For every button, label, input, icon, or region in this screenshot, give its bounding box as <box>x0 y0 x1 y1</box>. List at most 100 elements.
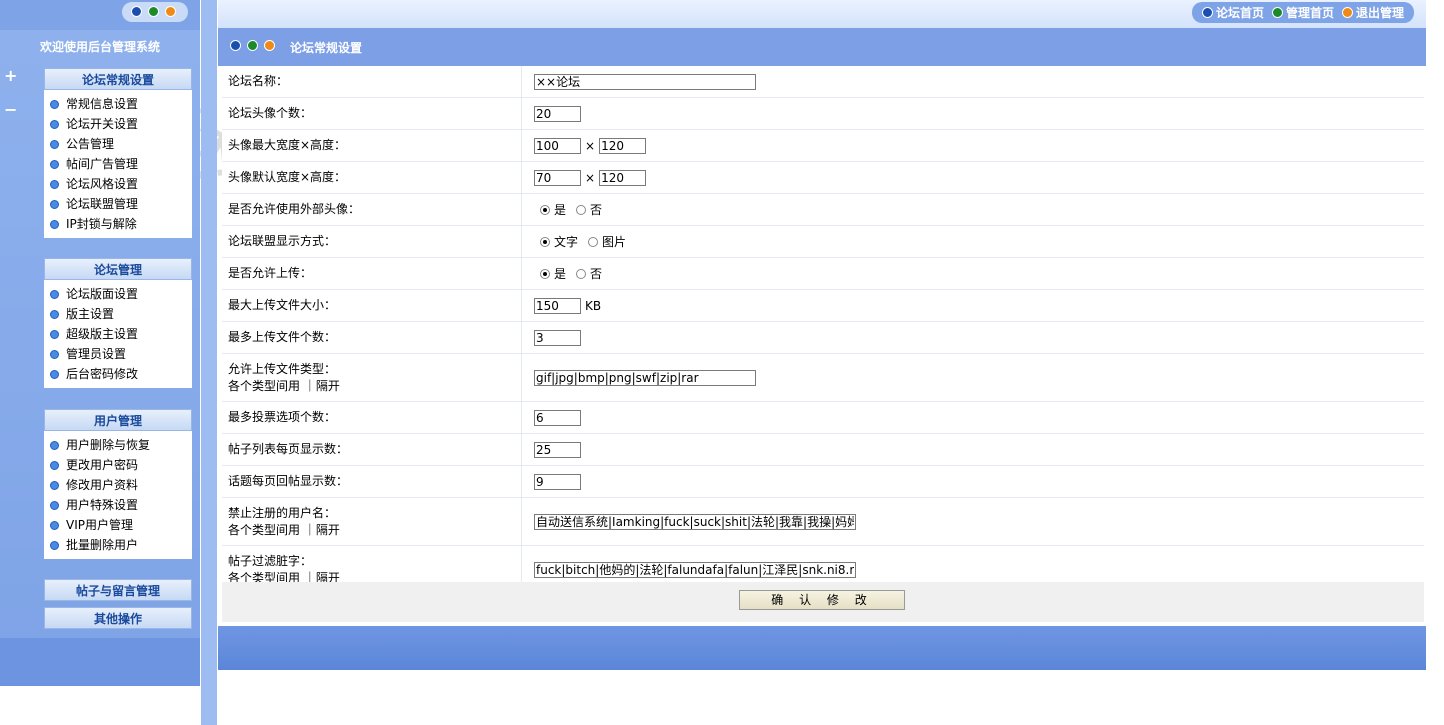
menu-title-forum-settings[interactable]: 论坛常规设置 <box>44 68 192 90</box>
max-vote-input[interactable] <box>534 409 581 426</box>
bullet-icon <box>50 369 59 379</box>
form-row: 帖子列表每页显示数： <box>222 434 1424 466</box>
menu-item[interactable]: 帖间广告管理 <box>44 154 192 174</box>
form-row: 是否允许上传： 是 否 <box>222 258 1424 290</box>
alliance-text-radio[interactable]: 文字 <box>540 233 578 250</box>
bullet-icon <box>50 119 59 129</box>
section-header: 论坛常规设置 <box>218 28 1426 66</box>
separator-hint: 各个类型间用 ｜隔开 <box>228 523 340 537</box>
radio-label: 图片 <box>602 235 627 249</box>
forum-home-label: 论坛首页 <box>1215 6 1264 20</box>
menu-item[interactable]: 用户删除与恢复 <box>44 435 192 455</box>
menu-item-label: 后台密码修改 <box>66 367 139 381</box>
menu-item[interactable]: 论坛版面设置 <box>44 284 192 304</box>
filter-words-label: 帖子过滤脏字： <box>228 554 313 568</box>
external-avatar-yes-radio[interactable]: 是 <box>540 201 566 218</box>
menu-item[interactable]: 论坛联盟管理 <box>44 194 192 214</box>
menu-group-other: 其他操作 <box>44 607 192 629</box>
menu-item[interactable]: 后台密码修改 <box>44 364 192 384</box>
main-footer <box>218 626 1426 670</box>
welcome-text: 欢迎使用后台管理系统 <box>39 40 160 54</box>
avatar-default-height-input[interactable] <box>599 169 647 186</box>
times-sign: × <box>585 138 596 153</box>
menu-title-forum-management[interactable]: 论坛管理 <box>44 258 192 280</box>
green-dot-icon[interactable] <box>148 6 159 17</box>
menu-item[interactable]: 管理员设置 <box>44 344 192 364</box>
menu-item[interactable]: 论坛开关设置 <box>44 114 192 134</box>
menu-item[interactable]: 论坛风格设置 <box>44 174 192 194</box>
menu-title-posts[interactable]: 帖子与留言管理 <box>44 579 192 601</box>
form-row: 论坛名称： <box>222 66 1424 98</box>
radio-label: 是 <box>554 203 567 217</box>
blue-dot-icon <box>1201 7 1213 18</box>
menu-item-label: 管理员设置 <box>66 347 127 361</box>
blue-dot-icon <box>230 40 241 51</box>
bullet-icon <box>50 540 59 550</box>
logout-link[interactable]: 退出管理 <box>1341 4 1404 21</box>
times-sign: × <box>585 170 596 185</box>
menu-item[interactable]: 更改用户密码 <box>44 455 192 475</box>
replies-per-page-input[interactable] <box>534 473 581 490</box>
menu-item[interactable]: 公告管理 <box>44 134 192 154</box>
external-avatar-no-radio[interactable]: 否 <box>576 201 602 218</box>
menu-item[interactable]: IP封锁与解除 <box>44 214 192 234</box>
field-label: 论坛头像个数： <box>222 98 522 129</box>
orange-dot-icon[interactable] <box>165 6 176 17</box>
avatar-count-input[interactable] <box>534 105 581 122</box>
menu-item[interactable]: 超级版主设置 <box>44 324 192 344</box>
form-row: 是否允许使用外部头像： 是 否 <box>222 194 1424 226</box>
menu-item-label: 论坛开关设置 <box>66 117 139 131</box>
forum-name-input[interactable] <box>534 73 756 90</box>
menu-item-label: 用户特殊设置 <box>66 498 139 512</box>
form-row: 话题每页回帖显示数： <box>222 466 1424 498</box>
field-label: 话题每页回帖显示数： <box>222 466 522 497</box>
confirm-button[interactable]: 确 认 修 改 <box>739 590 905 610</box>
banned-names-label: 禁止注册的用户名： <box>228 506 337 520</box>
bullet-icon <box>50 199 59 209</box>
top-bar: 论坛首页 管理首页 退出管理 <box>218 0 1426 28</box>
settings-form: 论坛名称： 论坛头像个数： 头像最大宽度×高度： × 头像默认宽度×高度： × … <box>222 66 1424 593</box>
top-nav: 论坛首页 管理首页 退出管理 <box>1191 2 1414 23</box>
posts-per-page-input[interactable] <box>534 441 581 458</box>
bullet-icon <box>50 520 59 530</box>
radio-unchecked-icon <box>588 236 599 247</box>
submit-area: 确 认 修 改 <box>222 582 1424 622</box>
menu-group-forum-settings: 论坛常规设置 常规信息设置 论坛开关设置 公告管理 帖间广告管理 论坛风格设置 … <box>44 68 192 238</box>
menu-title-user-management[interactable]: 用户管理 <box>44 409 192 431</box>
upload-types-input[interactable] <box>534 369 756 386</box>
menu-item[interactable]: 修改用户资料 <box>44 475 192 495</box>
alliance-image-radio[interactable]: 图片 <box>588 233 626 250</box>
avatar-max-width-input[interactable] <box>534 137 581 154</box>
menu-item-label: 公告管理 <box>66 137 115 151</box>
form-row: 论坛头像个数： <box>222 98 1424 130</box>
banned-names-input[interactable] <box>534 513 856 530</box>
collapse-icon[interactable]: − <box>4 100 17 119</box>
blue-dot-icon[interactable] <box>131 6 142 17</box>
allow-upload-no-radio[interactable]: 否 <box>576 265 602 282</box>
form-row: 头像最大宽度×高度： × <box>222 130 1424 162</box>
menu-item-label: 超级版主设置 <box>66 327 139 341</box>
admin-home-link[interactable]: 管理首页 <box>1271 4 1334 21</box>
bullet-icon <box>50 289 59 299</box>
menu-item[interactable]: 用户特殊设置 <box>44 495 192 515</box>
bullet-icon <box>50 440 59 450</box>
menu-item[interactable]: 常规信息设置 <box>44 94 192 114</box>
frame-divider[interactable] <box>201 0 217 725</box>
max-upload-count-input[interactable] <box>534 329 581 346</box>
radio-checked-icon <box>540 268 550 279</box>
expand-icon[interactable]: + <box>4 66 17 85</box>
form-row: 最多上传文件个数： <box>222 322 1424 354</box>
filter-words-input[interactable] <box>534 561 856 578</box>
avatar-default-width-input[interactable] <box>534 169 581 186</box>
bullet-icon <box>50 500 59 510</box>
forum-home-link[interactable]: 论坛首页 <box>1201 4 1264 21</box>
max-upload-size-input[interactable] <box>534 297 581 314</box>
menu-item[interactable]: VIP用户管理 <box>44 515 192 535</box>
menu-title-other[interactable]: 其他操作 <box>44 607 192 629</box>
field-label: 是否允许使用外部头像： <box>222 194 522 225</box>
menu-item[interactable]: 版主设置 <box>44 304 192 324</box>
menu-item[interactable]: 批量删除用户 <box>44 535 192 555</box>
menu-group-forum-management: 论坛管理 论坛版面设置 版主设置 超级版主设置 管理员设置 后台密码修改 <box>44 258 192 388</box>
avatar-max-height-input[interactable] <box>599 137 647 154</box>
allow-upload-yes-radio[interactable]: 是 <box>540 265 566 282</box>
